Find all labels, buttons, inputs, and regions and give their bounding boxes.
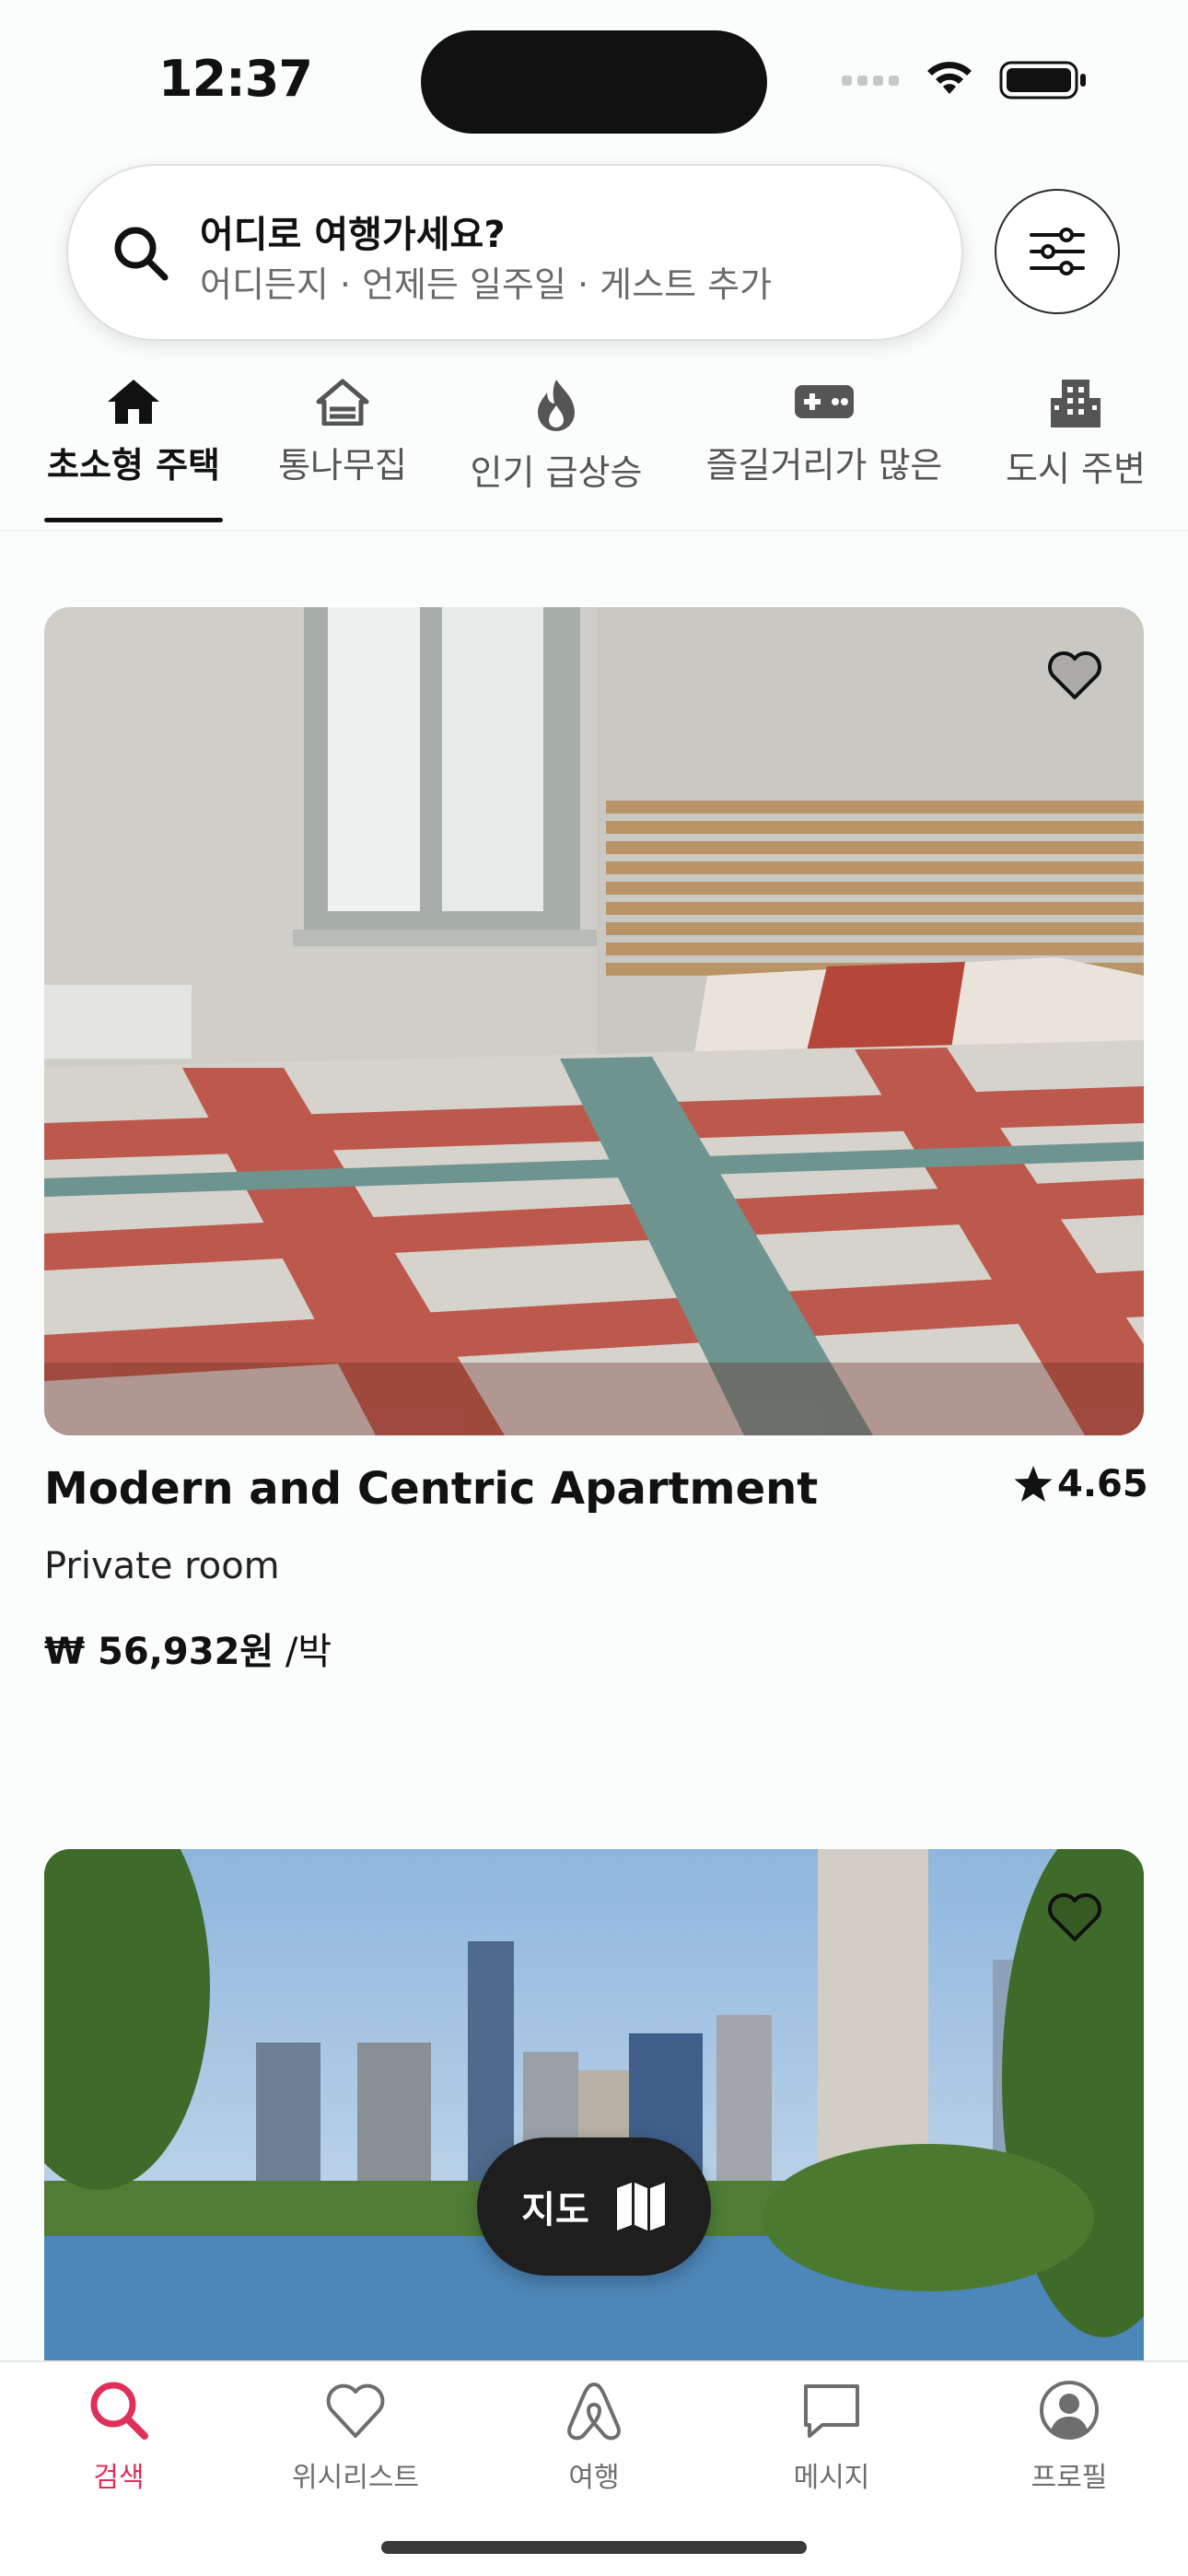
category-tab-trending[interactable]: 인기 급상승 [466,378,646,495]
listing-room-type: Private room [44,1545,280,1587]
listing-title[interactable]: Modern and Centric Apartment [44,1463,818,1515]
wishlist-heart-icon[interactable] [1046,1891,1103,1943]
listing-photo[interactable] [44,607,1144,1435]
category-label: 도시 주변 [1006,449,1146,489]
price-unit: /박 [274,1631,332,1673]
price-amount: ₩ 56,932원 [44,1631,274,1673]
sliders-icon [1030,228,1085,275]
category-tab-tiny-homes[interactable]: 초소형 주택 [42,378,225,487]
gamepad-icon [795,385,854,418]
search-subtitle: 어디든지 · 언제든 일주일 · 게스트 추가 [200,264,773,305]
map-icon [616,2183,665,2231]
listing-rating: 4.65 [1013,1463,1148,1505]
category-tabs: 초소형 주택 통나무집 인기 급상승 즐길거리가 많은 도시 주변 [0,378,1188,525]
map-button[interactable]: 지도 [477,2137,711,2276]
active-category-underline [44,518,223,522]
tab-trips[interactable]: 여행 [502,2379,686,2495]
category-label: 통나무집 [278,445,407,486]
house-icon [108,380,159,424]
category-tab-play[interactable]: 즐길거리가 많은 [700,378,949,487]
wishlist-heart-icon[interactable] [1046,650,1103,701]
category-tab-city[interactable]: 도시 주변 [1002,378,1149,491]
airbnb-logo-icon [567,2383,621,2441]
heart-icon [326,2383,385,2438]
search-icon [114,227,169,281]
tab-search[interactable]: 검색 [27,2379,211,2495]
tab-label: 여행 [568,2462,620,2494]
star-icon [1014,1466,1053,1502]
category-divider [0,530,1188,532]
search-title: 어디로 여행가세요? [200,214,506,256]
dynamic-island [421,30,767,134]
tab-label: 메시지 [793,2462,870,2494]
filter-button[interactable] [995,189,1120,314]
battery-icon [999,61,1086,100]
listing-photo[interactable] [44,1849,1144,2365]
home-indicator[interactable] [381,2541,807,2554]
profile-icon [1040,2381,1099,2440]
tab-messages[interactable]: 메시지 [740,2379,924,2495]
category-label: 초소형 주택 [46,445,221,486]
search-bar[interactable]: 어디로 여행가세요? 어디든지 · 언제든 일주일 · 게스트 추가 [66,164,963,341]
cellular-signal-icon [842,76,899,86]
category-label: 인기 급상승 [470,452,643,493]
category-tab-cabins[interactable]: 통나무집 [269,378,416,487]
bedroom-photo [44,607,1144,1435]
status-time: 12:37 [158,50,313,108]
wifi-icon [927,62,972,94]
status-bar: 12:37 [0,0,1188,157]
fire-icon [538,380,575,431]
tab-label: 프로필 [1031,2462,1108,2494]
city-skyline-photo [44,1849,1144,2365]
message-icon [804,2384,859,2438]
category-label: 즐길거리가 많은 [705,445,943,486]
tab-label: 검색 [93,2462,145,2494]
building-icon [1051,380,1101,427]
tab-label: 위시리스트 [292,2462,419,2494]
rating-value: 4.65 [1057,1463,1148,1505]
tab-profile[interactable]: 프로필 [977,2379,1161,2495]
listing-price: ₩ 56,932원 /박 [44,1622,332,1675]
map-button-label: 지도 [521,2189,589,2231]
search-icon [90,2382,148,2440]
cabin-icon [316,379,369,426]
tab-wishlist[interactable]: 위시리스트 [263,2379,448,2495]
